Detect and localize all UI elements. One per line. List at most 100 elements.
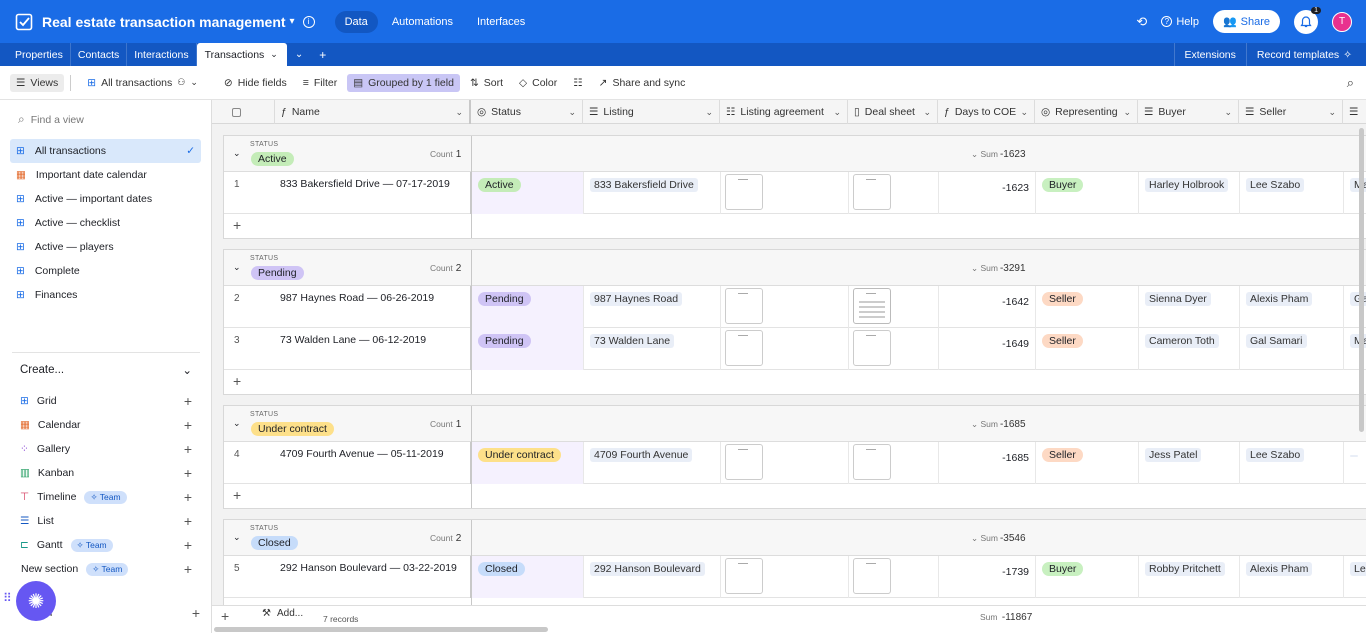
cell-rep[interactable]: Buyer: [1036, 556, 1139, 598]
seller-link[interactable]: Alexis Pham: [1246, 292, 1313, 306]
cell-listing[interactable]: 292 Hanson Boulevard: [584, 556, 721, 598]
cell-rep[interactable]: Seller: [1036, 328, 1139, 370]
cell-name[interactable]: 833 Bakersfield Drive — 07-17-2019: [276, 172, 472, 214]
tab-interfaces[interactable]: Interfaces: [467, 11, 535, 33]
cell-deal[interactable]: [849, 556, 939, 598]
column-header-deal-sheet[interactable]: ▯ Deal sheet ⌄: [848, 100, 938, 124]
cell-deal[interactable]: [849, 172, 939, 214]
cell-status[interactable]: Active: [472, 172, 584, 214]
cell-agreement[interactable]: [721, 556, 849, 598]
cell-days[interactable]: -1649: [939, 328, 1036, 370]
attachment-thumbnail[interactable]: [725, 174, 763, 210]
attachment-thumbnail[interactable]: [725, 558, 763, 594]
row-height-button[interactable]: ☷: [567, 74, 588, 92]
cell-seller[interactable]: Alexis Pham: [1240, 286, 1344, 328]
chevron-down-icon[interactable]: ⌄: [287, 43, 311, 66]
cell-name[interactable]: 73 Walden Lane — 06-12-2019: [276, 328, 472, 370]
listing-link[interactable]: 833 Bakersfield Drive: [590, 178, 698, 192]
buyer-link[interactable]: Robby Pritchett: [1145, 562, 1225, 576]
notifications-button[interactable]: 1: [1294, 6, 1321, 34]
listing-link[interactable]: 292 Hanson Boulevard: [590, 562, 705, 576]
color-button[interactable]: ◇ Color: [513, 74, 563, 92]
sidebar-view-active-players[interactable]: ⊞ Active — players: [10, 235, 201, 259]
record-templates-button[interactable]: Record templates ✧: [1245, 43, 1366, 66]
horizontal-scrollbar[interactable]: [214, 627, 548, 632]
base-checkbox-icon[interactable]: [15, 13, 33, 31]
cell-days[interactable]: -1685: [939, 442, 1036, 484]
cell-rep[interactable]: Seller: [1036, 286, 1139, 328]
find-view-input[interactable]: ⌕ Find a view: [10, 108, 201, 131]
assistant-button[interactable]: ✺: [16, 581, 56, 621]
tab-automations[interactable]: Automations: [382, 11, 463, 33]
tab-data[interactable]: Data: [334, 10, 378, 33]
sidebar-view-active-checklist[interactable]: ⊞ Active — checklist: [10, 211, 201, 235]
search-icon[interactable]: ⌕: [1347, 75, 1354, 91]
cell-buyer[interactable]: Cameron Toth: [1139, 328, 1240, 370]
attachment-thumbnail[interactable]: [853, 558, 891, 594]
table-row[interactable]: 4 4709 Fourth Avenue — 05-11-2019 Under co…: [224, 442, 1366, 484]
table-tab-transactions[interactable]: Transactions ⌄: [196, 43, 287, 66]
cell-listing[interactable]: 4709 Fourth Avenue: [584, 442, 721, 484]
cell-name[interactable]: 4709 Fourth Avenue — 05-11-2019: [276, 442, 472, 484]
cell-deal[interactable]: [849, 328, 939, 370]
vertical-scrollbar[interactable]: [1359, 128, 1364, 432]
current-view-button[interactable]: ⊞ All transactions ⚇ ⌄: [81, 74, 204, 92]
cell-seller[interactable]: Lee Szabo: [1240, 172, 1344, 214]
cell-name[interactable]: 292 Hanson Boulevard — 03-22-2019: [276, 556, 472, 598]
group-header[interactable]: ⌄ STATUS Closed Count 2 ⌄ Sum -3546: [224, 520, 1366, 556]
cell-deal[interactable]: [849, 286, 939, 328]
cell-rep[interactable]: Buyer: [1036, 172, 1139, 214]
attachment-thumbnail[interactable]: [725, 330, 763, 366]
column-header-listing-agreement[interactable]: ☷ Listing agreement ⌄: [720, 100, 848, 124]
hide-fields-button[interactable]: ⊘ Hide fields: [218, 74, 293, 92]
cell-buyer[interactable]: Harley Holbrook: [1139, 172, 1240, 214]
table-row[interactable]: 2 987 Haynes Road — 06-26-2019 Pending 987 …: [224, 286, 1366, 328]
column-header-buyer[interactable]: ☰ Buyer ⌄: [1138, 100, 1239, 124]
extensions-button[interactable]: Extensions: [1173, 43, 1246, 66]
cell-days[interactable]: -1623: [939, 172, 1036, 214]
cell-status[interactable]: Pending: [472, 328, 584, 370]
select-all-checkbox[interactable]: [212, 100, 275, 124]
add-record-button[interactable]: +: [221, 608, 229, 624]
chevron-down-icon[interactable]: ⌄: [270, 49, 278, 60]
group-header[interactable]: ⌄ STATUS Pending Count 2 ⌄ Sum -3291: [224, 250, 1366, 286]
attachment-thumbnail[interactable]: [853, 444, 891, 480]
cell-listing[interactable]: 73 Walden Lane: [584, 328, 721, 370]
chevron-down-icon[interactable]: ⌄: [233, 148, 241, 159]
sidebar-view-active-dates[interactable]: ⊞ Active — important dates: [10, 187, 201, 211]
column-header-more[interactable]: ☰: [1343, 100, 1366, 124]
cell-deal[interactable]: [849, 442, 939, 484]
create-calendar[interactable]: ▦ Calendar +: [12, 413, 200, 437]
table-tab-properties[interactable]: Properties: [0, 43, 71, 66]
drag-handle-icon[interactable]: ⠿: [3, 591, 12, 605]
help-button[interactable]: ? Help: [1161, 16, 1199, 28]
add-table-icon[interactable]: +: [311, 43, 334, 66]
sidebar-view-all-transactions[interactable]: ⊞ All transactions ✓: [10, 139, 201, 163]
seller-link[interactable]: Gal Samari: [1246, 334, 1307, 348]
create-kanban[interactable]: ▥ Kanban +: [12, 461, 200, 485]
share-sync-button[interactable]: ↗ Share and sync: [593, 74, 692, 92]
buyer-link[interactable]: Sienna Dyer: [1145, 292, 1211, 306]
cell-seller[interactable]: Gal Samari: [1240, 328, 1344, 370]
cell-seller[interactable]: Alexis Pham: [1240, 556, 1344, 598]
cell-extra[interactable]: Lee: [1344, 556, 1366, 598]
share-button[interactable]: 👥 Share: [1212, 10, 1280, 33]
listing-link[interactable]: 987 Haynes Road: [590, 292, 683, 306]
add-row[interactable]: +: [224, 214, 1366, 238]
sort-button[interactable]: ⇅ Sort: [464, 74, 509, 92]
table-row[interactable]: 1 833 Bakersfield Drive — 07-17-2019 Activ…: [224, 172, 1366, 214]
cell-buyer[interactable]: Robby Pritchett: [1139, 556, 1240, 598]
add-extension-button[interactable]: ⚒ Add...: [262, 608, 303, 619]
info-icon[interactable]: i: [302, 15, 315, 28]
group-header[interactable]: ⌄ STATUS Active Count 1 ⌄ Sum -1623: [224, 136, 1366, 172]
seller-link[interactable]: Lee Szabo: [1246, 448, 1305, 462]
add-row[interactable]: +: [224, 370, 1366, 394]
chevron-down-icon[interactable]: ▾: [290, 16, 295, 27]
column-header-listing[interactable]: ☰ Listing ⌄: [583, 100, 720, 124]
cell-status[interactable]: Pending: [472, 286, 584, 328]
column-header-days-to-coe[interactable]: ƒ Days to COE ⌄: [938, 100, 1035, 124]
create-gantt[interactable]: ⊏ Gantt ✧ Team +: [12, 533, 200, 557]
cell-rep[interactable]: Seller: [1036, 442, 1139, 484]
cell-extra[interactable]: [1344, 442, 1366, 484]
chevron-down-icon[interactable]: ⌄: [233, 262, 241, 273]
